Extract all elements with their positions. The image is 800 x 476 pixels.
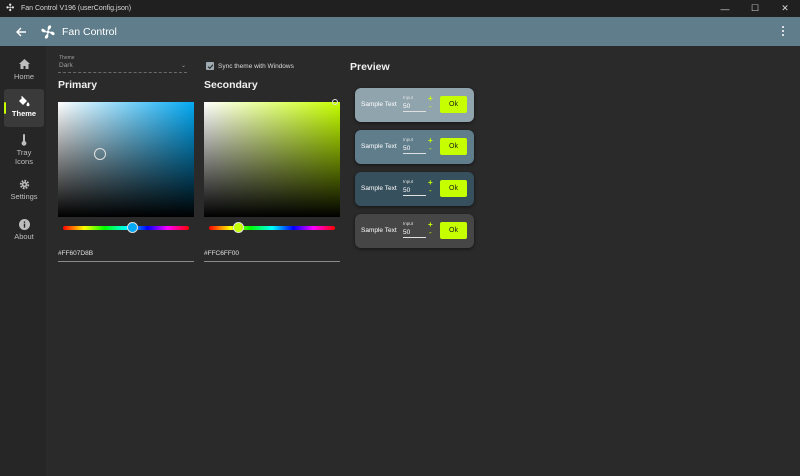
secondary-hue-thumb[interactable]	[233, 222, 244, 233]
window-titlebar: ✣ Fan Control V196 (userConfig.json) — ☐…	[0, 0, 800, 17]
more-vert-icon[interactable]	[780, 24, 786, 38]
sidebar-item-about[interactable]: About	[4, 218, 44, 244]
app-bar: Fan Control	[0, 17, 800, 46]
ok-button[interactable]: Ok	[440, 138, 467, 155]
sample-text: Sample Text	[361, 185, 397, 192]
minimize-button[interactable]: —	[710, 0, 740, 17]
paint-bucket-icon	[18, 95, 30, 107]
primary-color-cursor[interactable]	[94, 148, 106, 160]
primary-hue-thumb[interactable]	[127, 222, 138, 233]
input-field[interactable]: 50	[403, 187, 426, 196]
secondary-hex-input[interactable]: #FFC6FF00	[204, 250, 340, 262]
theme-dropdown-value: Dark	[59, 62, 73, 69]
home-icon	[18, 58, 30, 70]
sidebar-item-home[interactable]: Home	[4, 58, 44, 84]
maximize-button[interactable]: ☐	[740, 0, 770, 17]
minus-button[interactable]: -	[429, 144, 432, 153]
minus-button[interactable]: -	[429, 186, 432, 195]
input-label: Input	[403, 95, 414, 100]
preview-card: Sample Text Input 50 + - Ok	[355, 88, 474, 122]
sidebar-item-label: Tray Icons	[15, 148, 33, 166]
sidebar: Home Theme Tray Icons Settings About	[0, 46, 46, 476]
chevron-down-icon: ⌄	[180, 63, 186, 69]
sidebar-item-label: About	[14, 232, 34, 241]
sidebar-item-settings[interactable]: Settings	[4, 178, 44, 204]
ok-button[interactable]: Ok	[440, 96, 467, 113]
close-button[interactable]: ✕	[770, 0, 800, 17]
input-field[interactable]: 50	[403, 145, 426, 154]
sync-theme-label: Sync theme with Windows	[218, 62, 294, 70]
input-field[interactable]: 50	[403, 103, 426, 112]
primary-hex-input[interactable]: #FF607D8B	[58, 250, 194, 262]
info-icon	[18, 218, 30, 230]
window-title: Fan Control V196 (userConfig.json)	[21, 5, 132, 12]
thermometer-icon	[18, 134, 30, 146]
preview-card: Sample Text Input 50 + - Ok	[355, 214, 474, 248]
window-controls: — ☐ ✕	[710, 0, 800, 17]
checkbox-checked-icon[interactable]	[206, 62, 214, 70]
primary-color-canvas[interactable]	[58, 102, 194, 217]
input-label: Input	[403, 221, 414, 226]
input-label: Input	[403, 137, 414, 142]
preview-card: Sample Text Input 50 + - Ok	[355, 172, 474, 206]
sample-text: Sample Text	[361, 143, 397, 150]
theme-dropdown-label: Theme	[59, 55, 75, 61]
ok-button[interactable]: Ok	[440, 180, 467, 197]
active-indicator	[4, 102, 6, 114]
app-title: Fan Control	[62, 25, 117, 38]
sidebar-item-label: Settings	[10, 192, 38, 201]
sidebar-item-tray-icons[interactable]: Tray Icons	[4, 134, 44, 166]
sidebar-item-label: Home	[13, 72, 34, 81]
gear-icon	[18, 178, 30, 190]
minus-button[interactable]: -	[429, 228, 432, 237]
sample-text: Sample Text	[361, 101, 397, 108]
secondary-heading: Secondary	[204, 79, 258, 91]
preview-card: Sample Text Input 50 + - Ok	[355, 130, 474, 164]
sync-theme-checkbox[interactable]: Sync theme with Windows	[206, 62, 294, 70]
primary-heading: Primary	[58, 79, 98, 91]
secondary-hue-slider[interactable]	[209, 226, 335, 230]
minus-button[interactable]: -	[429, 102, 432, 111]
input-field[interactable]: 50	[403, 229, 426, 238]
preview-heading: Preview	[350, 61, 390, 73]
fan-app-icon: ✣	[6, 3, 15, 14]
secondary-color-canvas[interactable]	[204, 99, 340, 217]
theme-dropdown[interactable]: Theme Dark ⌄	[58, 55, 187, 73]
fan-logo-icon	[41, 24, 55, 39]
secondary-color-cursor[interactable]	[332, 99, 338, 105]
input-label: Input	[403, 179, 414, 184]
sample-text: Sample Text	[361, 227, 397, 234]
sidebar-item-theme[interactable]: Theme	[4, 89, 44, 127]
primary-hue-slider[interactable]	[63, 226, 189, 230]
sidebar-item-label: Theme	[11, 109, 37, 118]
back-arrow-icon[interactable]	[14, 25, 28, 39]
ok-button[interactable]: Ok	[440, 222, 467, 239]
